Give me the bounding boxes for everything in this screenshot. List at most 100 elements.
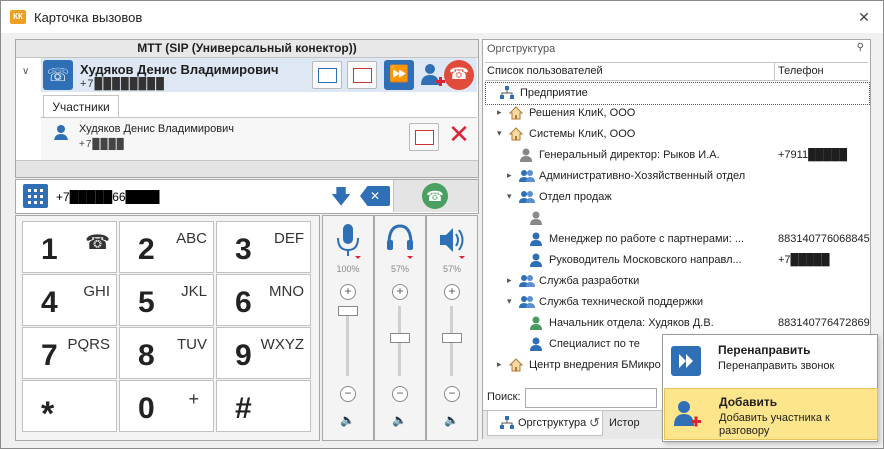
key-6[interactable]: 6 MNO — [216, 274, 311, 326]
tab-participants[interactable]: Участники — [43, 95, 119, 118]
org-panel-title: Оргструктура — [487, 43, 556, 55]
group-icon — [519, 190, 535, 204]
backspace-button[interactable]: ✕ — [360, 186, 390, 206]
tree-row[interactable]: Генеральный директор: Рыков И.А. +7911███… — [485, 145, 868, 166]
mic-volume-up-button[interactable]: + — [340, 284, 356, 300]
key-star[interactable]: * — [22, 380, 117, 433]
key-7[interactable]: 7 PQRS — [22, 327, 117, 379]
headset-volume-percent: 57% — [390, 264, 409, 274]
tree-row[interactable]: ▾ Системы КлиК, ООО — [485, 124, 868, 145]
mic-volume: 100% + − 🔈 — [322, 215, 374, 441]
tree-row-label: Отдел продаж — [539, 191, 612, 203]
key-3[interactable]: 3 DEF — [216, 221, 311, 273]
key-letters: WXYZ — [260, 336, 304, 353]
house-icon — [508, 358, 524, 372]
key-digit: 5 — [138, 286, 155, 319]
pin-icon[interactable]: ⚲ — [857, 42, 864, 53]
expand-right-icon[interactable]: ▸ — [507, 275, 512, 286]
dial-number-input[interactable] — [54, 183, 328, 211]
tree-row[interactable]: Менеджер по работе с партнерами: ... 8831… — [485, 229, 870, 250]
tree-row-phone: +7911█████ — [778, 149, 848, 161]
tree-row[interactable]: Начальник отдела: Худяков Д.В. 8831407764… — [485, 313, 870, 334]
client-card-icon — [415, 130, 434, 145]
close-button[interactable]: ✕ — [857, 10, 871, 24]
key-letters: GHI — [83, 283, 110, 300]
tree-row-label: Менеджер по работе с партнерами: ... — [549, 233, 745, 245]
key-digit: 7 — [41, 339, 58, 372]
microphone-icon[interactable] — [333, 222, 363, 260]
headset-volume-down-button[interactable]: − — [392, 386, 408, 402]
key-8[interactable]: 8 TUV — [119, 327, 214, 379]
mic-volume-percent: 100% — [336, 264, 360, 274]
menu-item-add[interactable]: Добавить Добавить участника к разговору — [664, 388, 878, 440]
dial-call-button[interactable]: ☎ — [393, 180, 478, 212]
tab-history[interactable]: ↺ Истор — [579, 411, 669, 435]
person-icon — [529, 337, 543, 351]
mic-volume-track[interactable] — [346, 306, 349, 376]
speaker-volume-down-button[interactable]: − — [444, 386, 460, 402]
remove-participant-button[interactable]: ✕ — [445, 120, 473, 148]
column-users[interactable]: Список пользователей — [487, 65, 603, 77]
tree-row-label: Специалист по те — [549, 338, 640, 350]
headset-volume-up-button[interactable]: + — [392, 284, 408, 300]
key-hash[interactable]: # — [216, 380, 311, 432]
tree-row-label: Служба разработки — [539, 275, 640, 287]
contact-card-button[interactable] — [312, 61, 342, 89]
key-5[interactable]: 5 JKL — [119, 274, 214, 326]
participant-card-button[interactable] — [409, 123, 439, 151]
tree-row[interactable]: Руководитель Московского направл... +7███… — [485, 250, 868, 271]
add-participant-button[interactable] — [418, 61, 446, 87]
mic-volume-down-button[interactable]: − — [340, 386, 356, 402]
participant-number: +7████ — [79, 139, 125, 150]
house-icon — [508, 106, 524, 120]
mic-volume-slider[interactable] — [338, 306, 358, 316]
key-4[interactable]: 4 GHI — [22, 274, 117, 326]
participant-name: Худяков Денис Владимирович — [79, 123, 234, 135]
tree-row-phone: +7█████ — [778, 254, 830, 266]
hangup-button[interactable]: ☎ — [444, 60, 474, 90]
expand-right-icon[interactable]: ▸ — [497, 359, 502, 370]
speaker-mute-icon[interactable]: 🔈 — [392, 413, 408, 429]
key-letters: + — [188, 389, 199, 409]
expand-right-icon[interactable]: ▸ — [497, 107, 502, 118]
arrow-down-icon[interactable]: 🡇 — [326, 184, 356, 210]
app-logo-icon: КК — [10, 10, 26, 24]
tree-row[interactable] — [485, 208, 868, 229]
key-0[interactable]: 0 + — [119, 380, 214, 432]
menu-item-redirect[interactable]: Перенаправить Перенаправить звонок — [664, 337, 876, 387]
tree-row[interactable]: ▸ Административно-Хозяйственный отдел — [485, 166, 868, 187]
speaker-mute-icon[interactable]: 🔈 — [340, 413, 356, 429]
speaker-volume-slider[interactable] — [442, 332, 462, 343]
tree-row[interactable]: Предприятие — [485, 82, 870, 105]
key-1[interactable]: 1 ☎ — [22, 221, 117, 273]
headset-volume-slider[interactable] — [390, 332, 410, 343]
tree-row[interactable]: ▾ Служба технической поддержки — [485, 292, 868, 313]
tree-row[interactable]: ▸ Решения КлиК, ООО — [485, 103, 868, 124]
key-letters: MNO — [269, 283, 304, 300]
column-phone[interactable]: Телефон — [778, 65, 824, 77]
key-2[interactable]: 2 ABC — [119, 221, 214, 273]
person-icon — [529, 253, 543, 267]
tree-row[interactable]: ▸ Служба разработки — [485, 271, 868, 292]
redirect-button[interactable]: ⏩ — [384, 60, 414, 90]
expand-down-icon[interactable]: ▾ — [507, 296, 512, 307]
speaker-mute-icon[interactable]: 🔈 — [444, 413, 460, 429]
key-letters: PQRS — [67, 336, 110, 353]
key-digit: 8 — [138, 339, 155, 372]
headset-icon[interactable] — [385, 222, 415, 260]
key-digit: 1 — [41, 233, 58, 266]
expand-down-icon[interactable]: ▾ — [497, 128, 502, 139]
speaker-icon[interactable] — [437, 222, 467, 260]
group-icon — [519, 169, 535, 183]
search-input[interactable] — [525, 388, 657, 408]
dialpad-icon[interactable] — [23, 184, 48, 208]
tree-row[interactable]: ▾ Отдел продаж — [485, 187, 868, 208]
collapse-chevron-icon[interactable]: ∨ — [22, 66, 29, 77]
tab-history-label: Истор — [609, 417, 640, 429]
expand-right-icon[interactable]: ▸ — [507, 170, 512, 181]
expand-down-icon[interactable]: ▾ — [507, 191, 512, 202]
speaker-volume: 57% + − 🔈 — [426, 215, 478, 441]
key-9[interactable]: 9 WXYZ — [216, 327, 311, 379]
client-card-button[interactable] — [347, 61, 377, 89]
speaker-volume-up-button[interactable]: + — [444, 284, 460, 300]
